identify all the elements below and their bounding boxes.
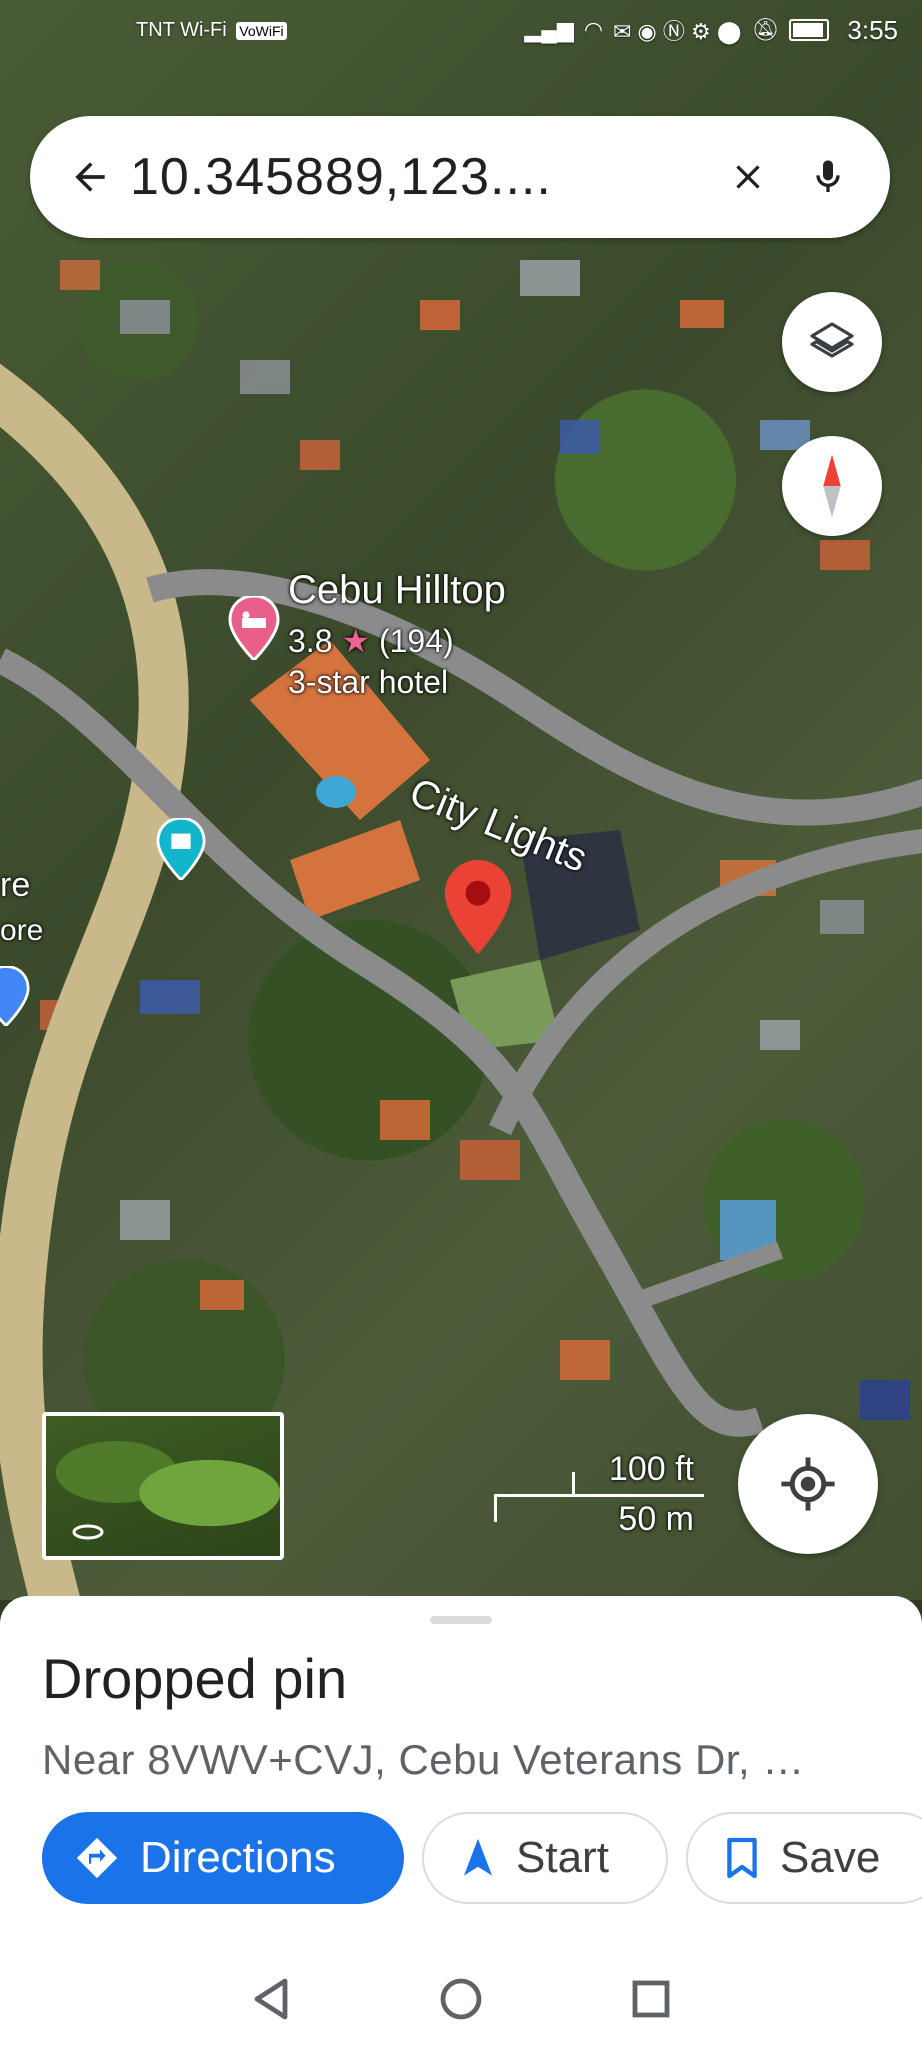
- wifi-icon: ◠: [583, 17, 604, 42]
- system-nav-bar: [0, 1950, 922, 2048]
- scale-feet: 100 ft: [608, 1450, 694, 1488]
- voice-search-button[interactable]: [788, 137, 868, 217]
- my-location-icon: [781, 1457, 835, 1511]
- layers-button[interactable]: [782, 292, 882, 392]
- scale-tick-left: [494, 1494, 497, 1522]
- hotel-category-label: 3-star hotel: [288, 664, 449, 700]
- attraction-poi-marker[interactable]: [156, 816, 206, 885]
- shopping-poi-marker[interactable]: [0, 965, 30, 1031]
- bookmark-icon: [727, 1837, 757, 1879]
- start-label: Start: [516, 1833, 609, 1882]
- clock: 3:55: [847, 14, 898, 45]
- back-button[interactable]: [50, 137, 130, 217]
- hotel-rating-line: 3.8 ★ (194): [288, 622, 454, 660]
- vowifi-badge: VoWiFi: [236, 21, 287, 40]
- scale-line: [494, 1494, 704, 1497]
- dropped-pin-marker[interactable]: [444, 860, 512, 959]
- layers-icon: [810, 322, 854, 358]
- back-triangle-icon: [254, 1978, 288, 2020]
- my-location-button[interactable]: [738, 1414, 878, 1554]
- start-button[interactable]: Start: [422, 1812, 668, 1904]
- compass-button[interactable]: [782, 436, 882, 536]
- nav-back-button[interactable]: [241, 1969, 301, 2029]
- battery-icon: [789, 19, 830, 41]
- mute-icon: 🔕︎: [751, 17, 780, 42]
- partial-label-1: re: [0, 866, 31, 904]
- hotel-rating: 3.8: [288, 623, 333, 659]
- street-view-360-icon: [72, 1524, 104, 1540]
- signal-icon: ▂▄▆: [524, 17, 574, 42]
- hotel-poi-marker[interactable]: [228, 594, 280, 665]
- scale-meters: 50 m: [618, 1500, 694, 1538]
- street-view-thumbnail[interactable]: [42, 1412, 284, 1560]
- home-circle-icon: [440, 1978, 482, 2020]
- satellite-map[interactable]: TNT Wi-Fi VoWiFi ▂▄▆ ◠ ✉ ◉ Ⓝ ⚙ ⬤ 🔕︎ 3:55…: [0, 0, 922, 1600]
- hotel-name-label[interactable]: Cebu Hilltop: [288, 568, 506, 613]
- notification-icons: ✉ ◉ Ⓝ ⚙ ⬤: [613, 19, 742, 44]
- navigation-arrow-icon: [464, 1838, 492, 1876]
- scale-tick-mid: [572, 1472, 575, 1496]
- search-query-text[interactable]: 10.345889,123....: [130, 147, 708, 207]
- search-bar[interactable]: 10.345889,123....: [30, 116, 890, 238]
- place-title: Dropped pin: [42, 1647, 348, 1710]
- status-bar: TNT Wi-Fi VoWiFi ▂▄▆ ◠ ✉ ◉ Ⓝ ⚙ ⬤ 🔕︎ 3:55: [0, 0, 922, 60]
- star-icon: ★: [341, 623, 371, 659]
- recents-square-icon: [632, 1980, 670, 2018]
- directions-button[interactable]: Directions: [42, 1812, 404, 1904]
- clear-button[interactable]: [708, 137, 788, 217]
- save-button[interactable]: Save: [686, 1812, 922, 1904]
- back-arrow-icon: [75, 162, 105, 192]
- close-icon: [736, 165, 760, 189]
- compass-icon: [823, 454, 841, 518]
- partial-label-2: ore: [0, 914, 44, 947]
- save-label: Save: [780, 1833, 881, 1882]
- microphone-icon: [816, 160, 840, 192]
- status-icons: ▂▄▆ ◠ ✉ ◉ Ⓝ ⚙ ⬤ 🔕︎ 3:55: [524, 14, 898, 46]
- place-address: Near 8VWV+CVJ, Cebu Veterans Dr, …: [42, 1736, 805, 1783]
- hotel-pin-icon: [228, 594, 280, 663]
- shopping-pin-icon: [0, 965, 30, 1028]
- map-scale: 100 ft 50 m: [494, 1450, 704, 1538]
- red-pin-icon: [444, 860, 512, 954]
- drag-handle[interactable]: [430, 1616, 492, 1624]
- carrier-label: TNT Wi-Fi VoWiFi: [136, 19, 287, 42]
- directions-icon: [76, 1837, 118, 1879]
- directions-label: Directions: [140, 1833, 336, 1882]
- carrier-text: TNT Wi-Fi: [136, 18, 227, 41]
- hotel-review-count: (194): [378, 623, 454, 659]
- place-bottom-sheet[interactable]: Dropped pin Near 8VWV+CVJ, Cebu Veterans…: [0, 1596, 922, 2048]
- nav-home-button[interactable]: [431, 1969, 491, 2029]
- attraction-pin-icon: [156, 816, 206, 882]
- nav-recents-button[interactable]: [621, 1969, 681, 2029]
